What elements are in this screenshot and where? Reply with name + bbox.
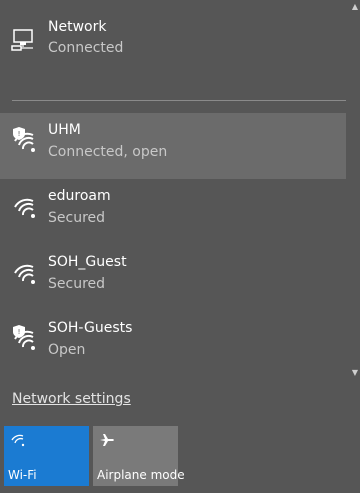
wired-network-name: Network [48, 19, 107, 35]
svg-text:!: ! [18, 328, 21, 336]
wifi-network-eduroam[interactable]: eduroam Secured [0, 179, 346, 245]
wifi-network-status: Open [48, 342, 86, 358]
wifi-icon [11, 434, 25, 447]
wifi-shield-icon: ! [13, 127, 35, 152]
scroll-up-arrow-icon[interactable]: ▲ [352, 2, 358, 11]
wifi-shield-icon: ! [13, 325, 35, 350]
svg-text:!: ! [18, 130, 21, 138]
ethernet-computer-icon [11, 29, 33, 51]
wifi-network-status: Connected, open [48, 144, 168, 160]
wifi-icon [14, 198, 35, 218]
wifi-network-name: eduroam [48, 188, 111, 204]
airplane-icon [100, 434, 114, 446]
wifi-network-name: SOH-Guests [48, 320, 133, 336]
wifi-network-soh-guest[interactable]: SOH_Guest Secured [0, 245, 346, 311]
scrollbar[interactable]: ▲ ▼ [348, 0, 360, 380]
divider [12, 100, 346, 101]
wifi-tile-label: Wi-Fi [8, 468, 37, 482]
wired-network-status: Connected [48, 40, 124, 56]
airplane-mode-tile[interactable]: Airplane mode [93, 426, 185, 486]
wifi-network-status: Secured [48, 276, 106, 292]
wifi-network-uhm[interactable]: ! UHM Connected, open [0, 113, 346, 179]
wired-network-item[interactable]: Network Connected [0, 0, 346, 90]
wifi-icon [14, 264, 35, 284]
airplane-tile-label: Airplane mode [97, 468, 185, 482]
wifi-network-name: UHM [48, 122, 81, 138]
network-settings-link[interactable]: Network settings [12, 391, 131, 407]
wifi-network-name: SOH_Guest [48, 254, 127, 270]
scroll-down-arrow-icon[interactable]: ▼ [352, 368, 358, 377]
wifi-toggle-tile[interactable]: Wi-Fi [4, 426, 89, 486]
wifi-network-status: Secured [48, 210, 106, 226]
wifi-network-soh-guests[interactable]: ! SOH-Guests Open [0, 311, 346, 377]
network-flyout: Network Connected ! UHM Connected, open … [0, 0, 360, 493]
